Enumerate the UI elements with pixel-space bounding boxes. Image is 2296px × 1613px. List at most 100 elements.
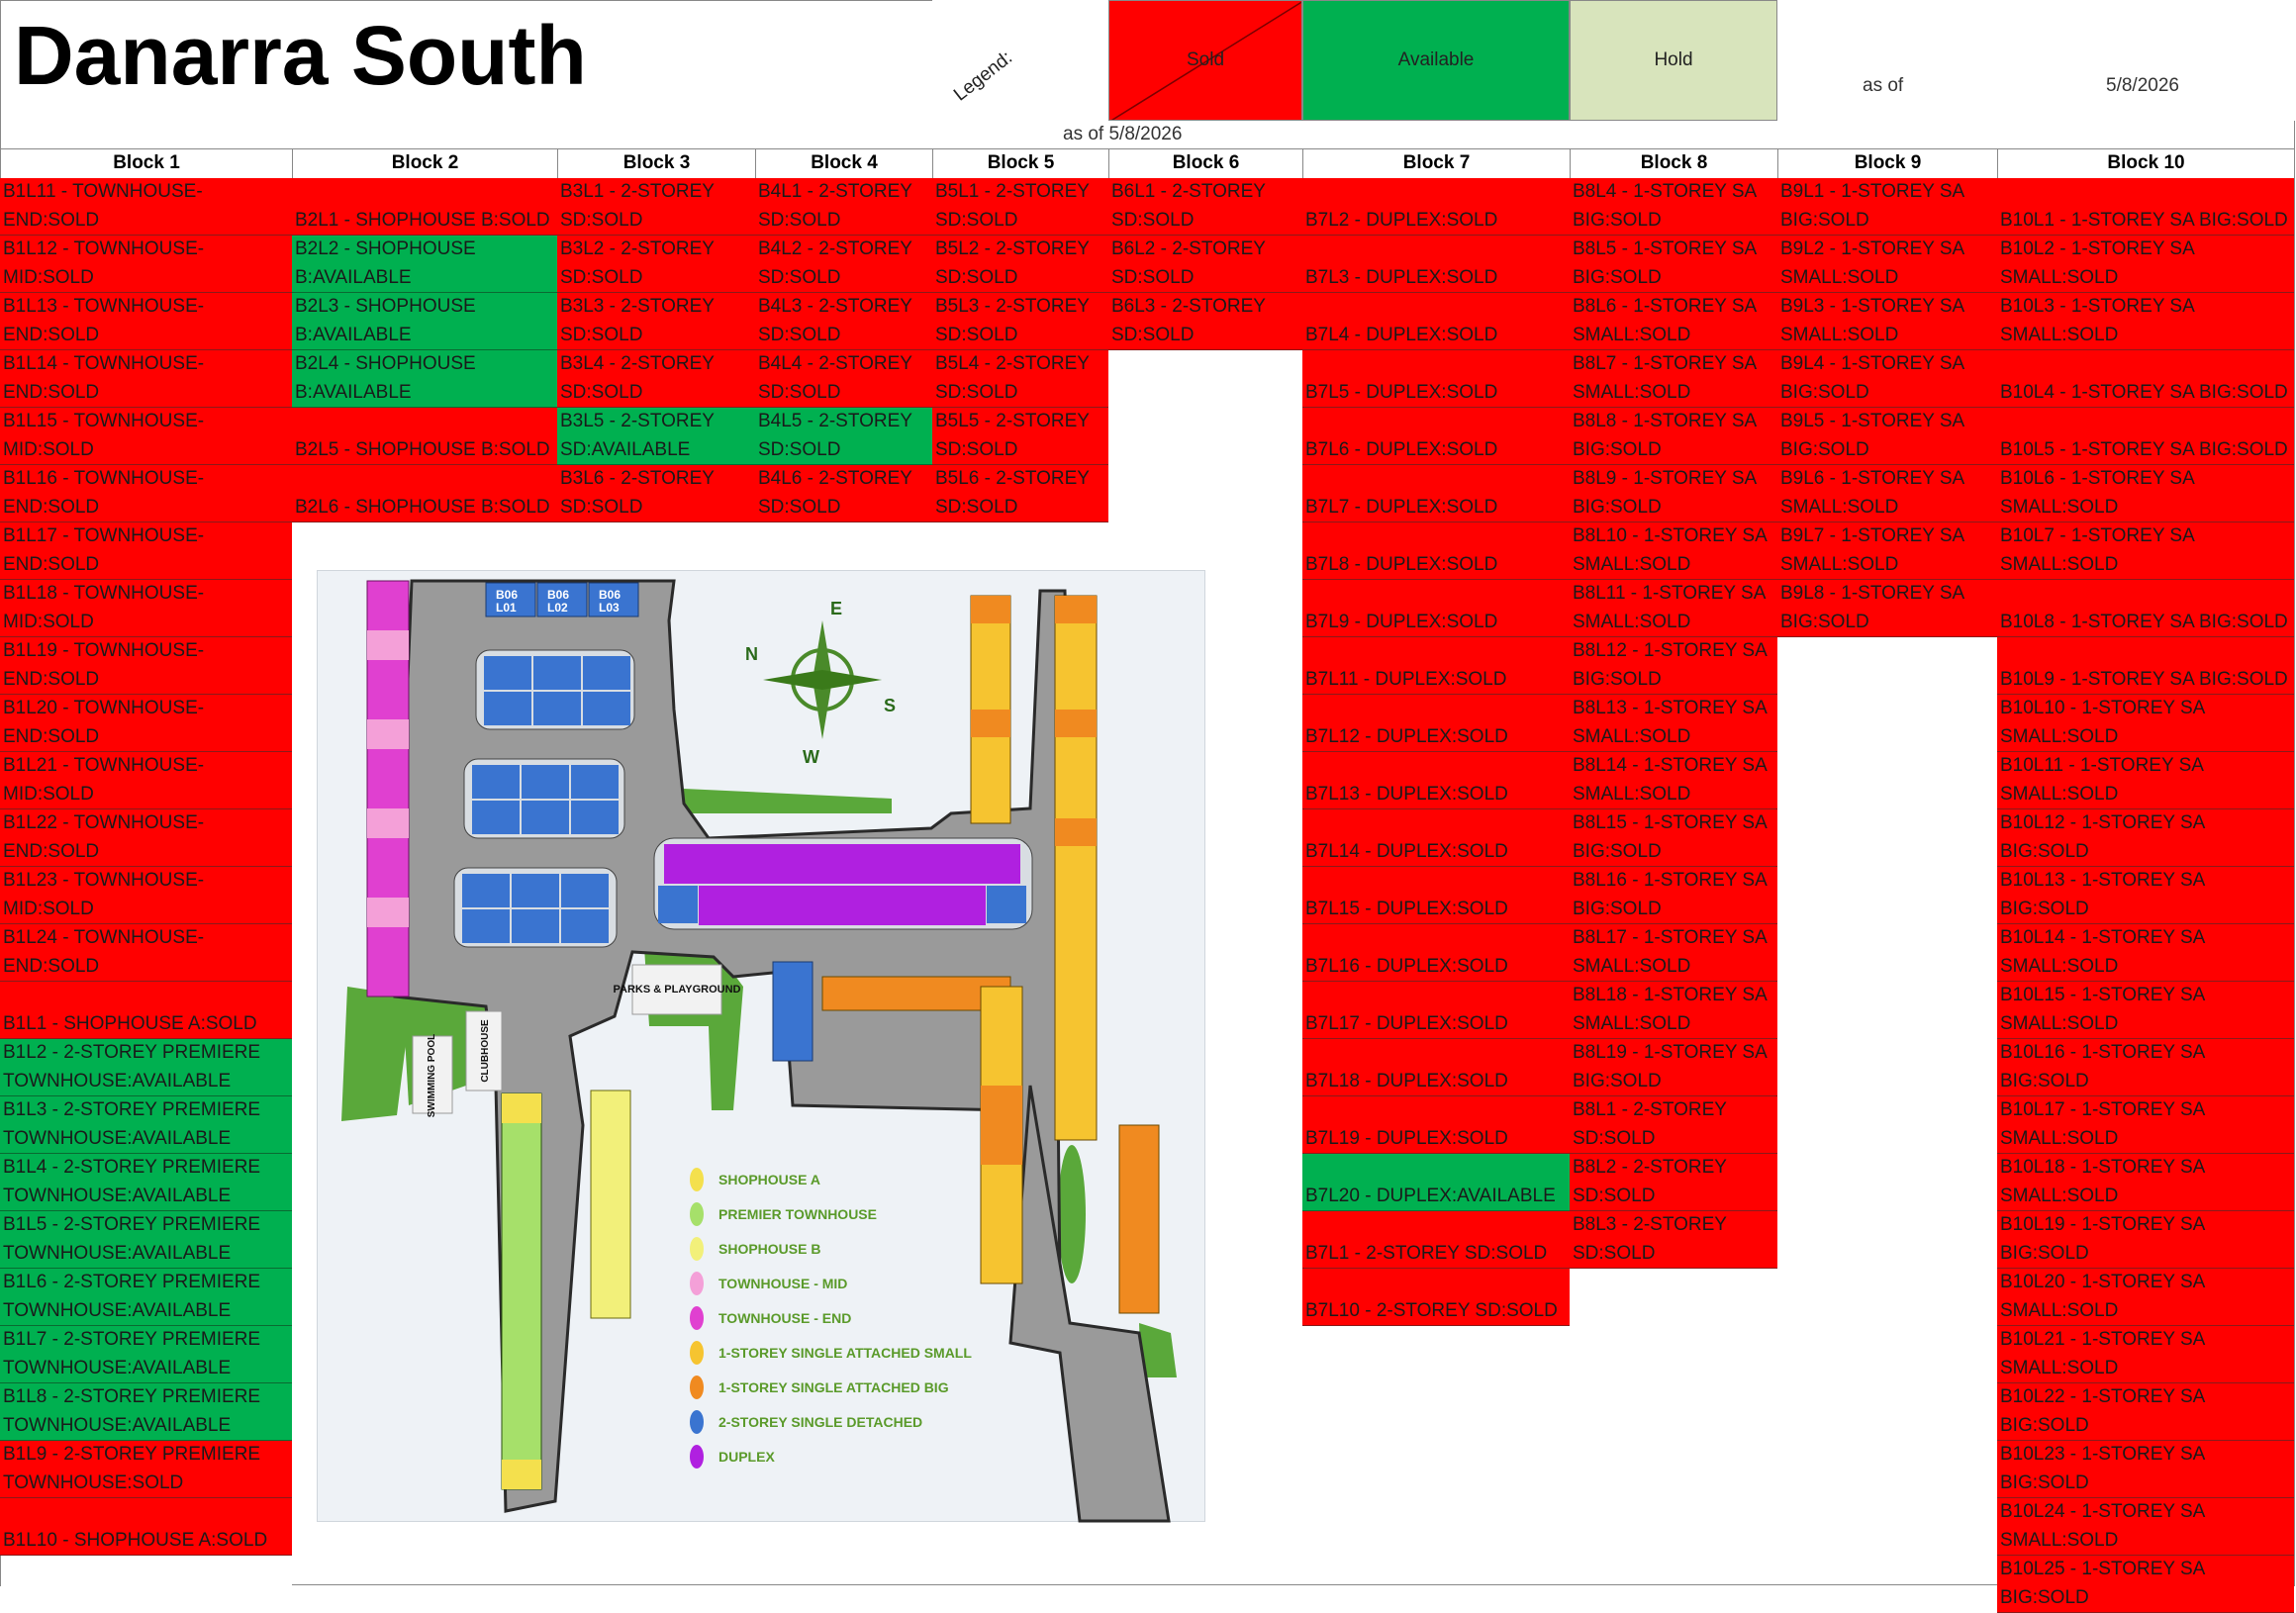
legend-available-text: Available [1397,49,1475,70]
lot-cell: B8L19 - 1-STOREY SA BIG:SOLD [1570,1039,1777,1096]
lot-cell-text: B7L11 - DUPLEX:SOLD [1305,669,1507,690]
block-07-duplex-lots [653,837,1033,930]
compass-e: E [830,599,842,618]
lot-cell-text: B7L7 - DUPLEX:SOLD [1305,497,1498,518]
lot-cell-text: B10L7 - 1-STOREY SA SMALL:SOLD [2000,525,2194,575]
lot-cell: B4L1 - 2-STOREY SD:SOLD [755,178,932,236]
lot-cell: B8L14 - 1-STOREY SA SMALL:SOLD [1570,752,1777,809]
lot-cell: B1L14 - TOWNHOUSE-END:SOLD [0,350,292,408]
lot-cell-text: B7L9 - DUPLEX:SOLD [1305,612,1498,632]
lot-cell: B8L18 - 1-STOREY SA SMALL:SOLD [1570,982,1777,1039]
lot-cell: B2L5 - SHOPHOUSE B:SOLD [292,408,557,465]
site-map: B06 L01 B06 L02 B06 L03 PARKS & PLAYGROU… [317,570,1205,1523]
lot-cell: B4L6 - 2-STOREY SD:SOLD [755,465,932,522]
lot-cell-text: B5L5 - 2-STOREY SD:SOLD [935,411,1090,460]
lot-cell-text: B1L9 - 2-STOREY PREMIERE TOWNHOUSE:SOLD [3,1444,261,1493]
lot-cell: B1L20 - TOWNHOUSE-END:SOLD [0,695,292,752]
lot-cell: B2L1 - SHOPHOUSE B:SOLD [292,178,557,236]
lot-cell-text: B9L4 - 1-STOREY SA BIG:SOLD [1780,353,1964,403]
lot-cell-text: B3L3 - 2-STOREY SD:SOLD [560,296,715,345]
lot-cell-text: B7L2 - DUPLEX:SOLD [1305,210,1498,231]
lot-cell-text: B10L25 - 1-STOREY SA BIG:SOLD [2000,1559,2205,1608]
map-key: SHOPHOUSE A PREMIER TOWNHOUSE SHOPHOUSE B T… [690,1168,972,1469]
lot-cell-text: B7L17 - DUPLEX:SOLD [1305,1013,1508,1034]
lot-cell-text: B9L6 - 1-STOREY SA SMALL:SOLD [1780,468,1964,518]
lot-cell-text: B3L5 - 2-STOREY SD:AVAILABLE [560,411,715,460]
lot-cell: B1L22 - TOWNHOUSE-END:SOLD [0,809,292,867]
lot-cell-text: B9L1 - 1-STOREY SA BIG:SOLD [1780,181,1964,231]
lot-cell: B8L2 - 2-STOREY SD:SOLD [1570,1154,1777,1211]
compass-s: S [884,696,896,715]
lot-cell-text: B2L2 - SHOPHOUSE B:AVAILABLE [295,238,476,288]
lot-cell-text: B7L13 - DUPLEX:SOLD [1305,784,1508,805]
lot-cell: B9L6 - 1-STOREY SA SMALL:SOLD [1777,465,1997,522]
lot-cell-text: B10L2 - 1-STOREY SA SMALL:SOLD [2000,238,2194,288]
lot-cell: B8L4 - 1-STOREY SA BIG:SOLD [1570,178,1777,236]
lot-cell: B10L17 - 1-STOREY SA SMALL:SOLD [1997,1096,2294,1154]
lot-cell-text: B10L12 - 1-STOREY SA BIG:SOLD [2000,812,2205,862]
lot-cell-text: B4L4 - 2-STOREY SD:SOLD [758,353,912,403]
lot-cell-text: B9L5 - 1-STOREY SA BIG:SOLD [1780,411,1964,460]
lot-cell: B3L2 - 2-STOREY SD:SOLD [557,236,755,293]
lot-cell-text: B10L10 - 1-STOREY SA SMALL:SOLD [2000,698,2205,747]
lot-cell-text: B9L2 - 1-STOREY SA SMALL:SOLD [1780,238,1964,288]
lot-cell-text: B1L20 - TOWNHOUSE-END:SOLD [3,698,205,747]
lot-cell-text: B7L16 - DUPLEX:SOLD [1305,956,1508,977]
lot-cell: B10L14 - 1-STOREY SA SMALL:SOLD [1997,924,2294,982]
legend-sold-text: Sold [1186,49,1225,70]
svg-text:B06: B06 [599,588,621,602]
lot-cell-text: B8L9 - 1-STOREY SA BIG:SOLD [1573,468,1757,518]
leaf-icon [690,1306,704,1330]
lot-cell: B9L1 - 1-STOREY SA BIG:SOLD [1777,178,1997,236]
lot-cell-text: B1L21 - TOWNHOUSE-MID:SOLD [3,755,205,805]
block-02-shophouse-lots [590,1090,631,1319]
block-header: Block 3 [557,148,755,178]
lot-cell: B10L3 - 1-STOREY SA SMALL:SOLD [1997,293,2294,350]
leaf-icon [690,1272,704,1295]
lot-cell: B8L16 - 1-STOREY SA BIG:SOLD [1570,867,1777,924]
map-key-label: PREMIER TOWNHOUSE [718,1206,877,1222]
pool-label: SWIMMING POOL [427,1034,437,1117]
lot-cell: B8L7 - 1-STOREY SA SMALL:SOLD [1570,350,1777,408]
lot-cell-text: B1L16 - TOWNHOUSE-END:SOLD [3,468,205,518]
lot-cell: B2L6 - SHOPHOUSE B:SOLD [292,465,557,522]
lot-cell: B1L21 - TOWNHOUSE-MID:SOLD [0,752,292,809]
lot-cell-text: B10L5 - 1-STOREY SA BIG:SOLD [2000,439,2288,460]
lot-cell-text: B8L2 - 2-STOREY SD:SOLD [1573,1157,1727,1206]
lot-cell-text: B4L2 - 2-STOREY SD:SOLD [758,238,912,288]
legend-hold-text: Hold [1654,49,1693,70]
lot-cell-text: B2L3 - SHOPHOUSE B:AVAILABLE [295,296,476,345]
lot-cell: B1L18 - TOWNHOUSE-MID:SOLD [0,580,292,637]
svg-text:L02: L02 [547,601,568,615]
lot-cell-text: B1L24 - TOWNHOUSE-END:SOLD [3,927,205,977]
lot-cell: B3L4 - 2-STOREY SD:SOLD [557,350,755,408]
lot-cell: B10L16 - 1-STOREY SA BIG:SOLD [1997,1039,2294,1096]
lot-cell: B7L16 - DUPLEX:SOLD [1302,924,1570,982]
map-key-label: 2-STOREY SINGLE DETACHED [718,1414,922,1430]
lot-cell: B10L5 - 1-STOREY SA BIG:SOLD [1997,408,2294,465]
lot-cell: B1L6 - 2-STOREY PREMIERE TOWNHOUSE:AVAIL… [0,1269,292,1326]
lot-cell: B1L4 - 2-STOREY PREMIERE TOWNHOUSE:AVAIL… [0,1154,292,1211]
lot-cell: B8L5 - 1-STOREY SA BIG:SOLD [1570,236,1777,293]
lot-cell: B4L3 - 2-STOREY SD:SOLD [755,293,932,350]
parks-label: PARKS & PLAYGROUND [614,984,741,996]
lot-cell: B10L13 - 1-STOREY SA BIG:SOLD [1997,867,2294,924]
lot-cell: B1L17 - TOWNHOUSE-END:SOLD [0,522,292,580]
lot-cell: B3L6 - 2-STOREY SD:SOLD [557,465,755,522]
map-key-label: 1-STOREY SINGLE ATTACHED BIG [718,1379,949,1395]
site-map-drawing: B06L01 B06L02 B06L03 PARKS & PLAYGROUND … [341,579,1177,1523]
lot-cell-text: B10L18 - 1-STOREY SA SMALL:SOLD [2000,1157,2205,1206]
lot-cell: B1L12 - TOWNHOUSE-MID:SOLD [0,236,292,293]
lot-cell: B10L24 - 1-STOREY SA SMALL:SOLD [1997,1498,2294,1556]
lot-cell: B9L8 - 1-STOREY SA BIG:SOLD [1777,580,1997,637]
lot-cell: B3L1 - 2-STOREY SD:SOLD [557,178,755,236]
lot-cell-text: B10L21 - 1-STOREY SA SMALL:SOLD [2000,1329,2205,1378]
lot-cell: B8L12 - 1-STOREY SA BIG:SOLD [1570,637,1777,695]
lot-cell: B7L19 - DUPLEX:SOLD [1302,1096,1570,1154]
lot-cell-text: B8L1 - 2-STOREY SD:SOLD [1573,1099,1727,1149]
lot-cell-text: B6L2 - 2-STOREY SD:SOLD [1111,238,1266,288]
lot-cell: B10L4 - 1-STOREY SA BIG:SOLD [1997,350,2294,408]
lot-cell-text: B5L3 - 2-STOREY SD:SOLD [935,296,1090,345]
as-of-date-secondary: as of 5/8/2026 [1063,124,1183,144]
lot-cell-text: B8L16 - 1-STOREY SA BIG:SOLD [1573,870,1767,919]
